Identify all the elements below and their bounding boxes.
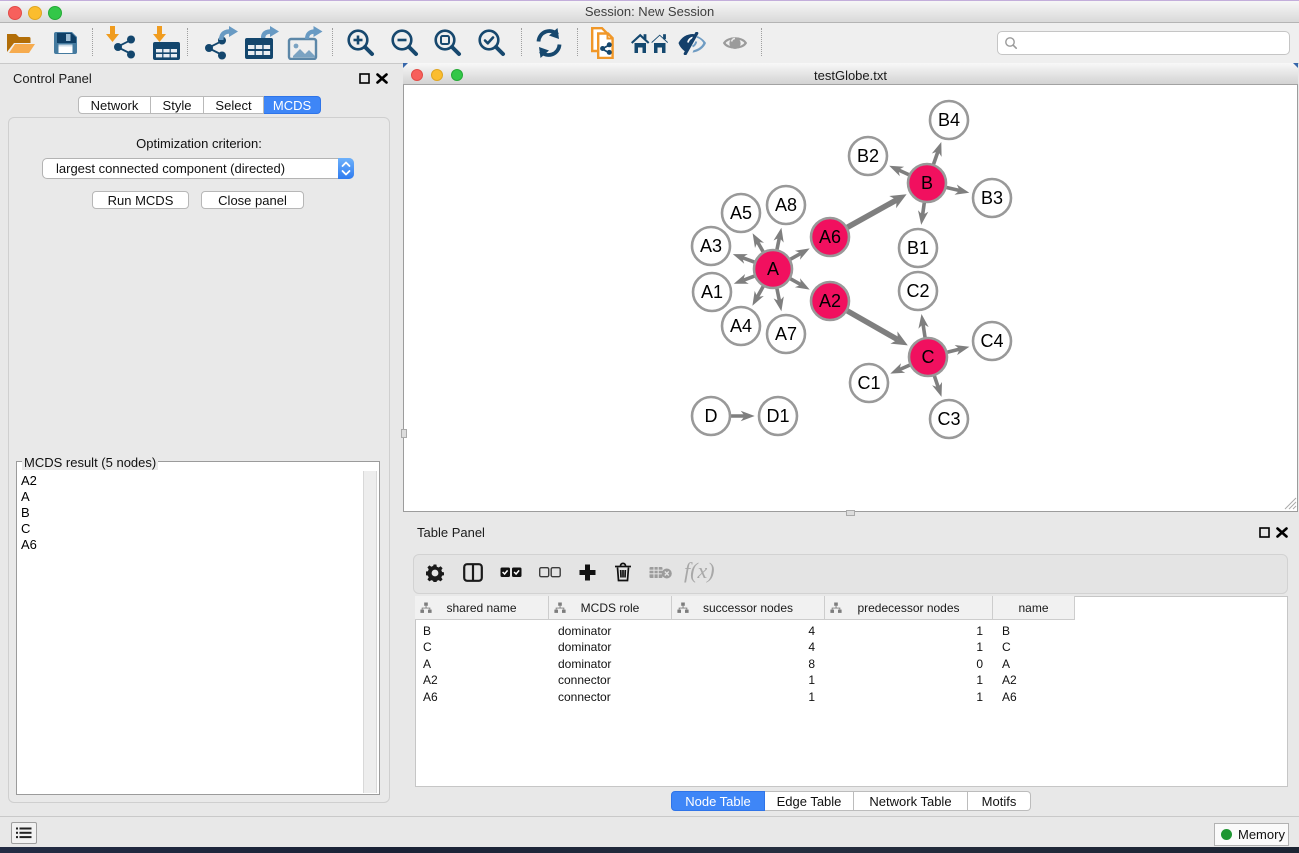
svg-text:C3: C3 [937, 409, 960, 429]
svg-text:C2: C2 [906, 281, 929, 301]
svg-text:C: C [922, 347, 935, 367]
svg-text:B4: B4 [938, 110, 960, 130]
svg-text:A1: A1 [701, 282, 723, 302]
svg-text:A6: A6 [819, 227, 841, 247]
svg-text:D: D [705, 406, 718, 426]
svg-text:B1: B1 [907, 238, 929, 258]
svg-text:A5: A5 [730, 203, 752, 223]
svg-text:B2: B2 [857, 146, 879, 166]
svg-text:A2: A2 [819, 291, 841, 311]
svg-text:D1: D1 [766, 406, 789, 426]
svg-text:B3: B3 [981, 188, 1003, 208]
svg-text:A: A [767, 259, 779, 279]
svg-text:A3: A3 [700, 236, 722, 256]
svg-text:C1: C1 [857, 373, 880, 393]
svg-text:B: B [921, 173, 933, 193]
svg-text:C4: C4 [980, 331, 1003, 351]
svg-text:A7: A7 [775, 324, 797, 344]
svg-text:A4: A4 [730, 316, 752, 336]
svg-text:A8: A8 [775, 195, 797, 215]
